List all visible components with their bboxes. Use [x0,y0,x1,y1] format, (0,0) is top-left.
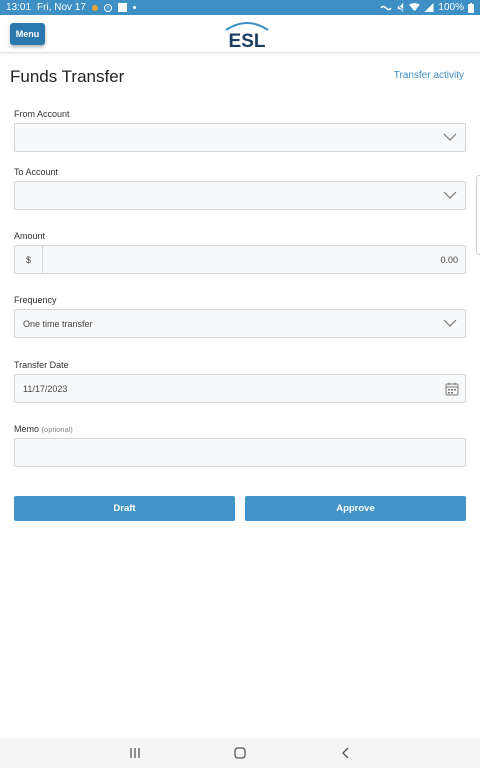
mute-icon [396,3,406,12]
back-icon[interactable] [338,745,354,761]
recents-icon[interactable] [127,745,143,761]
from-account-label: From Account [14,109,70,119]
transfer-date-label: Transfer Date [14,360,69,370]
battery-level: 100% [438,2,464,13]
memo-optional-hint: (optional) [41,425,73,434]
transfer-date-value: 11/17/2023 [23,383,68,394]
currency-prefix: $ [15,246,43,273]
transfer-activity-link[interactable]: Transfer activity [394,70,464,81]
amount-value: 0.00 [440,254,458,265]
battery-icon [468,2,474,13]
to-account-select[interactable] [14,181,466,210]
chevron-down-icon [443,191,457,199]
link-icon [380,5,393,10]
more-notifications-icon [132,6,136,9]
approve-button[interactable]: Approve [245,496,466,521]
frequency-label: Frequency [14,295,57,305]
transfer-date-input[interactable]: 11/17/2023 [14,374,466,403]
to-account-label: To Account [14,167,59,177]
signal-icon [424,3,434,12]
home-icon[interactable] [232,745,248,761]
logo-text: ESL [229,31,266,50]
info-icon: i [103,3,112,12]
notification-dot-icon [91,4,98,11]
frequency-value: One time transfer [23,318,93,329]
from-account-select[interactable] [14,123,466,152]
menu-button[interactable]: Menu [10,23,45,45]
draft-button[interactable]: Draft [14,496,235,521]
app-header: Menu ESL [0,15,480,53]
calendar-icon[interactable] [445,382,459,396]
memo-label-text: Memo [14,424,40,434]
edge-panel-handle[interactable] [476,175,480,255]
memo-input[interactable] [14,438,466,467]
amount-input[interactable]: $ 0.00 [14,245,466,274]
status-date: Fri, Nov 17 [37,2,86,13]
amount-label: Amount [14,231,46,241]
chevron-down-icon [443,133,457,141]
esl-logo[interactable]: ESL [222,18,272,50]
status-bar: 13:01 Fri, Nov 17 i 100% [0,0,480,15]
page-title: Funds Transfer [10,67,125,86]
status-time: 13:01 [6,2,32,13]
notification-square-icon [117,3,127,12]
wifi-icon [409,3,421,12]
memo-label: Memo (optional) [14,424,73,434]
navigation-bar [0,738,480,768]
chevron-down-icon [443,319,457,327]
frequency-select[interactable]: One time transfer [14,309,466,338]
